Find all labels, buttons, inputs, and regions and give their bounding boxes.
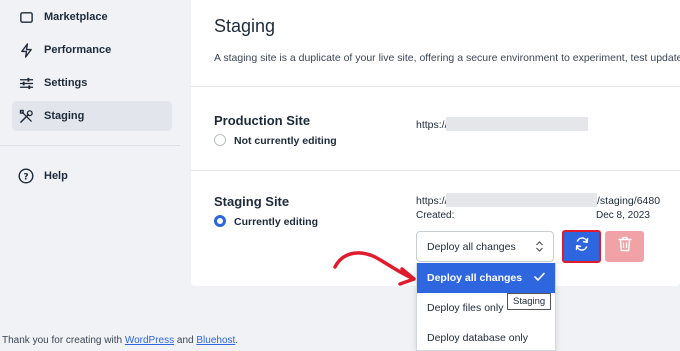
sidebar-item-marketplace[interactable]: Marketplace (12, 2, 172, 32)
sidebar-item-staging[interactable]: Staging (12, 101, 172, 131)
tools-icon (18, 108, 34, 124)
sidebar-item-label: Settings (44, 77, 88, 89)
footer: Thank you for creating with WordPress an… (2, 335, 238, 346)
footer-text: . (235, 335, 239, 346)
sidebar-item-help[interactable]: ? Help (12, 161, 172, 191)
sliders-icon (18, 75, 34, 91)
staging-panel: Staging A staging site is a duplicate of… (191, 0, 680, 286)
bluehost-link[interactable]: Bluehost (196, 335, 235, 346)
staging-site-title: Staging Site (214, 194, 290, 209)
page-title: Staging (214, 16, 276, 36)
production-radio[interactable] (214, 134, 226, 146)
refresh-button[interactable] (562, 230, 601, 263)
option-label: Deploy database only (427, 332, 528, 344)
sidebar-item-label: Performance (44, 44, 112, 56)
deploy-select[interactable]: Deploy all changes (416, 231, 554, 262)
bolt-icon (18, 42, 34, 58)
annotation-arrow-icon (333, 251, 416, 286)
production-status: Not currently editing (234, 135, 337, 147)
deploy-select-value: Deploy all changes (427, 240, 516, 253)
production-url[interactable]: https:// (416, 119, 448, 131)
svg-text:?: ? (23, 173, 28, 183)
deploy-option-database[interactable]: Deploy database only (417, 323, 555, 350)
sidebar-item-label: Staging (44, 110, 85, 122)
refresh-icon (574, 236, 590, 257)
created-label: Created: (416, 210, 455, 221)
page-description: A staging site is a duplicate of your li… (214, 52, 680, 64)
sidebar-divider (0, 145, 180, 146)
staging-status: Currently editing (234, 216, 319, 228)
select-arrows-icon (535, 240, 544, 256)
tooltip: Staging (507, 293, 552, 310)
trash-icon (617, 236, 632, 257)
staging-radio[interactable] (214, 215, 226, 227)
staging-url-prefix[interactable]: https:// (416, 195, 448, 207)
option-label: Deploy all changes (427, 272, 523, 284)
sidebar: Marketplace Performance Settings Staging… (0, 0, 180, 351)
help-icon: ? (18, 168, 34, 184)
option-label: Deploy files only (427, 302, 504, 314)
delete-button[interactable] (605, 231, 644, 262)
redacted-url (446, 193, 597, 207)
production-site-title: Production Site (214, 113, 311, 128)
staging-url-suffix[interactable]: /staging/6480 (597, 195, 660, 207)
sidebar-item-performance[interactable]: Performance (12, 35, 172, 65)
wordpress-link[interactable]: WordPress (125, 335, 174, 346)
created-date: Dec 8, 2023 (596, 210, 650, 221)
divider (191, 86, 680, 87)
sidebar-item-label: Help (44, 170, 68, 182)
footer-text: and (174, 335, 197, 346)
marketplace-icon (18, 9, 34, 25)
deploy-option-all[interactable]: Deploy all changes (417, 263, 555, 293)
check-icon (534, 272, 545, 285)
redacted-url (446, 117, 588, 131)
divider (191, 170, 680, 171)
sidebar-item-label: Marketplace (44, 11, 108, 23)
footer-text: Thank you for creating with (2, 335, 125, 346)
sidebar-item-settings[interactable]: Settings (12, 68, 172, 98)
